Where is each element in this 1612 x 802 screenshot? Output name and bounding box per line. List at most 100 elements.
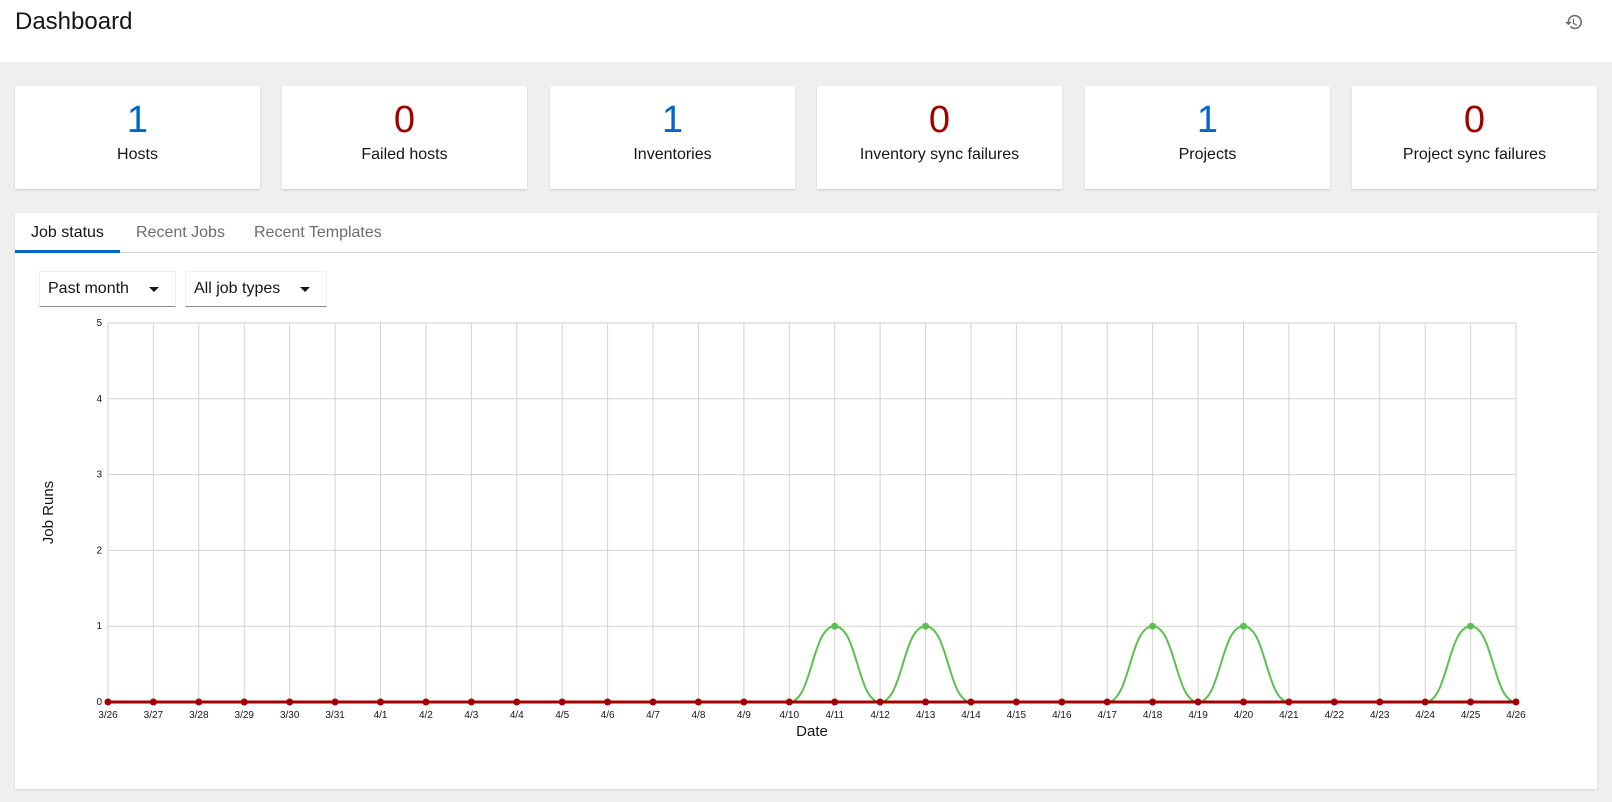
data-point-failed [785,698,793,706]
x-axis-ticks: 3/26 3/27 3/28 3/29 3/30 3/31 4/1 4/2 4/3 4/4 4/5 4… [98,710,1526,721]
count-value: 0 [393,99,416,141]
data-point-failed [1330,698,1338,706]
x-tick-label: 4/22 [1325,710,1345,721]
x-axis-title: Date [796,723,828,740]
x-tick-label: 4/16 [1052,710,1072,721]
data-point-successful [1467,622,1475,630]
history-icon [1565,14,1582,30]
count-label: Projects [1178,146,1237,163]
data-point-failed [1467,698,1475,706]
series-line-successful [108,625,1517,704]
count-value: 0 [928,99,951,141]
count-value: 0 [1463,99,1486,141]
job-status-panel: Job status Recent Jobs Recent Templates … [15,213,1597,789]
data-point-failed [831,698,839,706]
count-value: 1 [1196,99,1219,141]
count-card-inventory-sync-failures[interactable]: 0 Inventory sync failures [817,86,1062,189]
y-tick-label: 3 [96,470,102,481]
chart-series [108,625,1517,704]
data-point-failed [694,698,702,706]
x-tick-label: 4/8 [691,710,705,721]
x-tick-label: 3/31 [325,710,345,721]
count-card-project-sync-failures[interactable]: 0 Project sync failures [1352,86,1597,189]
data-point-failed [1058,698,1066,706]
page-header: Dashboard [0,0,1612,62]
x-tick-label: 4/19 [1188,710,1208,721]
data-point-failed [1194,698,1202,706]
job-status-chart: 0 1 2 3 4 5 3/26 3/27 3/28 3/29 3/30 3/31 4/1 4/2 4/3… [40,318,1526,740]
data-point-failed [1421,698,1429,706]
data-point-failed [1149,698,1157,706]
count-label: Inventories [633,146,712,163]
y-tick-label: 2 [96,545,102,556]
page-title: Dashboard [15,8,133,35]
x-tick-label: 4/9 [737,710,751,721]
data-point-failed [604,698,612,706]
data-point-failed [740,698,748,706]
y-tick-label: 4 [96,394,102,405]
data-point-failed [1012,698,1020,706]
data-point-failed [377,698,385,706]
count-label: Hosts [117,146,158,163]
x-tick-label: 4/23 [1370,710,1390,721]
history-button[interactable] [1562,10,1586,34]
x-tick-label: 4/14 [961,710,981,721]
data-point-successful [831,622,839,630]
x-tick-label: 4/17 [1097,710,1117,721]
x-tick-label: 4/20 [1234,710,1254,721]
y-axis-title: Job Runs [40,481,57,544]
data-point-failed [649,698,657,706]
x-tick-label: 3/29 [235,710,255,721]
data-point-failed [922,698,930,706]
y-axis-ticks: 0 1 2 3 4 5 [96,318,102,708]
x-tick-label: 4/13 [916,710,936,721]
data-point-failed [1239,698,1247,706]
data-point-failed [149,698,157,706]
data-point-failed [1512,698,1520,706]
data-point-failed [104,698,112,706]
x-tick-label: 4/25 [1461,710,1481,721]
x-tick-label: 4/1 [374,710,388,721]
data-point-failed [1103,698,1111,706]
count-card-hosts[interactable]: 1 Hosts [15,86,260,189]
count-value: 1 [126,99,149,141]
count-card-failed-hosts[interactable]: 0 Failed hosts [282,86,527,189]
count-cards: 1 Hosts 0 Failed hosts 1 Inventories 0 I… [15,86,1597,190]
x-tick-label: 4/24 [1415,710,1435,721]
x-tick-label: 4/15 [1007,710,1027,721]
data-point-failed [1376,698,1384,706]
count-label: Failed hosts [361,146,448,163]
x-tick-label: 4/18 [1143,710,1163,721]
y-tick-label: 5 [96,318,102,329]
x-tick-label: 3/26 [98,710,118,721]
data-point-successful [922,622,930,630]
x-tick-label: 4/11 [825,710,844,721]
data-point-failed [240,698,248,706]
x-tick-label: 4/5 [555,710,569,721]
data-point-successful [1239,622,1247,630]
data-point-failed [558,698,566,706]
data-point-failed [195,698,203,706]
x-tick-label: 4/12 [870,710,890,721]
y-tick-label: 1 [96,621,102,632]
data-point-failed [876,698,884,706]
data-point-failed [286,698,294,706]
count-label: Project sync failures [1402,146,1547,163]
y-tick-label: 0 [96,697,102,708]
data-point-failed [513,698,521,706]
data-point-failed [1285,698,1293,706]
count-value: 1 [661,99,684,141]
x-tick-label: 4/26 [1506,710,1526,721]
count-card-projects[interactable]: 1 Projects [1085,86,1330,189]
data-point-failed [331,698,339,706]
x-tick-label: 4/4 [510,710,524,721]
data-point-failed [422,698,430,706]
count-card-inventories[interactable]: 1 Inventories [550,86,795,189]
x-tick-label: 4/6 [601,710,615,721]
x-tick-label: 4/21 [1279,710,1299,721]
chart-grid [107,322,1517,703]
x-tick-label: 3/28 [189,710,209,721]
x-tick-label: 4/2 [419,710,433,721]
x-tick-label: 3/30 [280,710,300,721]
x-tick-label: 4/10 [780,710,800,721]
